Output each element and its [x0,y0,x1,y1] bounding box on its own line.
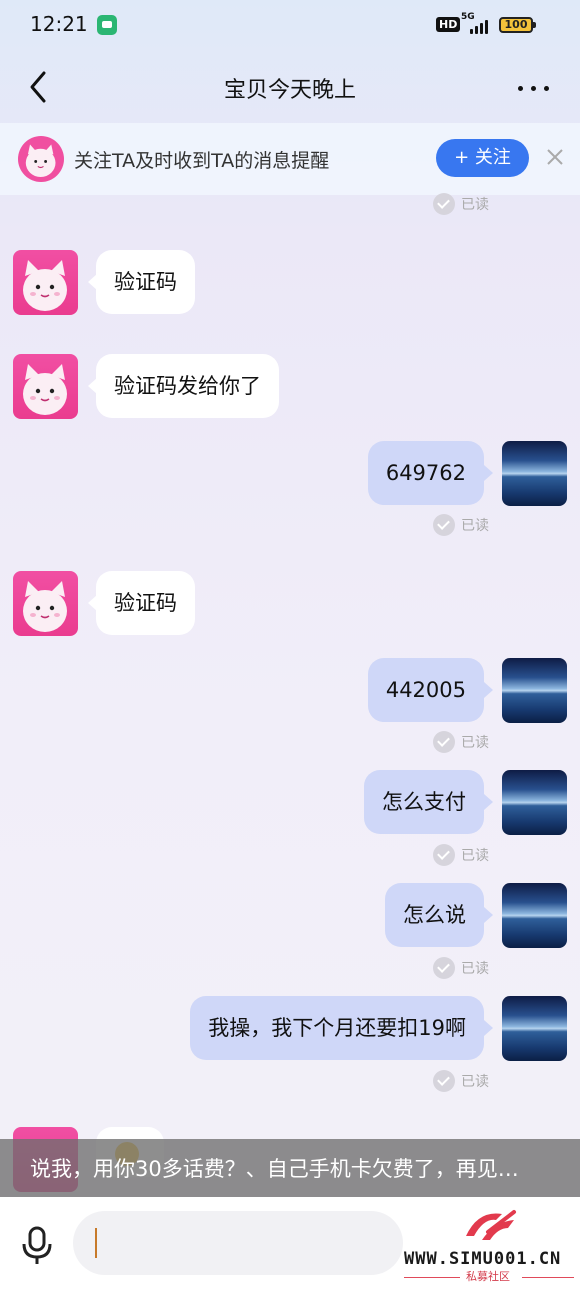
bubble-tail [484,1020,493,1036]
check-icon [433,514,455,536]
check-icon [433,1070,455,1092]
battery-icon: 100 [499,17,533,33]
close-banner-button[interactable] [544,146,566,168]
check-icon [433,844,455,866]
contact-avatar[interactable] [13,354,78,419]
cat-avatar-icon [25,144,56,178]
user-avatar[interactable] [502,770,567,835]
back-button[interactable] [24,68,56,106]
hd-badge: HD [436,17,461,32]
follow-prompt-text: 关注TA及时收到TA的消息提醒 [74,150,330,172]
message-bubble-incoming[interactable]: 验证码 [96,571,195,635]
user-avatar[interactable] [502,441,567,506]
bubble-tail [484,907,493,923]
message-bubble-outgoing[interactable]: 怎么说 [385,883,484,947]
chat-title: 宝贝今天晚上 [223,78,356,103]
user-avatar[interactable] [502,883,567,948]
watermark-divider [522,1277,574,1278]
message-bubble-outgoing[interactable]: 怎么支付 [364,770,484,834]
bubble-tail [484,794,493,810]
bubble-tail [484,682,493,698]
bubble-tail [484,465,493,481]
battery-tip [533,22,536,28]
cat-avatar-icon [23,364,67,415]
check-icon [433,193,455,215]
signal-icon [470,20,492,34]
contact-avatar[interactable] [13,250,78,315]
cat-avatar-icon [23,260,67,311]
voice-input-button[interactable] [20,1226,54,1266]
microphone-icon [22,1226,52,1264]
contact-avatar[interactable] [13,571,78,636]
user-avatar[interactable] [502,996,567,1061]
more-options-button[interactable] [514,74,554,102]
message-bubble-incoming[interactable]: 验证码 [96,250,195,314]
follow-button[interactable]: + 关注 [436,139,529,177]
message-app-icon [97,15,117,35]
message-bubble-outgoing[interactable]: 我操，我下个月还要扣19啊 [190,996,484,1060]
message-bubble-outgoing[interactable]: 442005 [367,658,484,722]
cat-avatar-icon [23,581,67,632]
status-time: 12:21 [30,12,88,36]
watermark-subtitle: 私募社区 [466,1270,510,1283]
user-avatar[interactable] [502,658,567,723]
message-bubble-incoming[interactable]: 验证码发给你了 [96,354,279,418]
contact-avatar-small[interactable] [18,136,64,182]
message-bubble-outgoing[interactable]: 649762 [367,441,484,505]
text-cursor [95,1228,97,1258]
check-icon [433,957,455,979]
watermark-divider [404,1277,460,1278]
subtitle-caption: 说我，用你30多话费？、自己手机卡欠费了，再见… [0,1139,580,1197]
watermark-logo [458,1206,520,1246]
chevron-left-icon [30,71,46,103]
close-icon [547,149,563,165]
check-icon [433,731,455,753]
watermark-url: WWW.SIMU001.CN [404,1249,562,1269]
message-input[interactable] [73,1211,403,1275]
